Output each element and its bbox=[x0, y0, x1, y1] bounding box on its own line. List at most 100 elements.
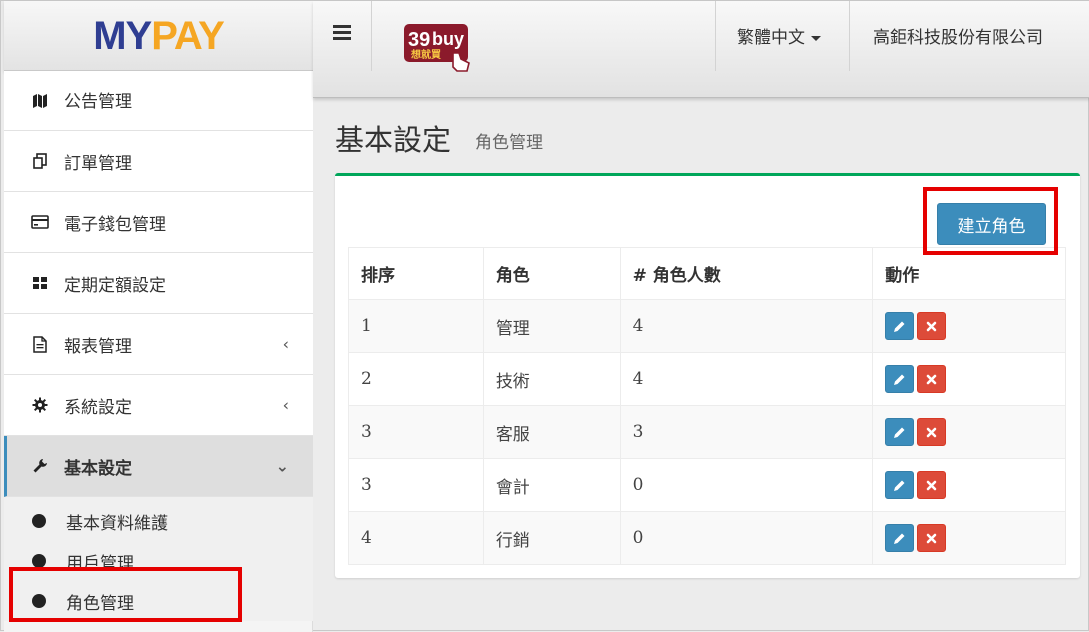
grid-icon bbox=[28, 275, 52, 291]
column-header-order: 排序 bbox=[348, 247, 484, 300]
credit-card-icon bbox=[28, 215, 52, 229]
submenu-item-basic-info[interactable]: 基本資料維護 bbox=[4, 501, 313, 541]
brand-word: buy bbox=[432, 29, 464, 49]
close-icon bbox=[926, 374, 937, 384]
cell-actions bbox=[872, 405, 1066, 459]
sidebar-item-label: 報表管理 bbox=[64, 336, 132, 357]
cell-role: 行銷 bbox=[482, 511, 621, 565]
page-subtitle: 角色管理 bbox=[475, 133, 543, 153]
delete-button[interactable] bbox=[917, 418, 947, 446]
sidebar-item-label: 系統設定 bbox=[64, 397, 132, 418]
top-navbar: 39 buy 想就買 繁體中文 高鉅科技股份有限公司 bbox=[313, 1, 1089, 98]
sidebar-item-recurring[interactable]: 定期定額設定 bbox=[4, 253, 313, 314]
cell-role: 客服 bbox=[482, 405, 621, 459]
chevron-left-icon: ‹ bbox=[282, 334, 289, 354]
cell-count: 4 bbox=[619, 299, 874, 353]
sidebar-item-basic-settings[interactable]: 基本設定 ⌄ bbox=[4, 436, 313, 497]
sidebar-item-announcements[interactable]: 公告管理 bbox=[4, 71, 313, 131]
sidebar-menu: 公告管理 訂單管理 電子錢包管理 定期定額設定 報表管理 ‹ 系統設定 ‹ 基本… bbox=[4, 71, 313, 621]
cell-count: 4 bbox=[619, 352, 874, 406]
cell-count: 0 bbox=[619, 511, 874, 565]
brand-number: 39 bbox=[408, 29, 430, 51]
highlight-box-create-button bbox=[923, 187, 1058, 255]
cell-actions bbox=[872, 352, 1066, 406]
cell-actions bbox=[872, 299, 1066, 353]
edit-button[interactable] bbox=[885, 312, 915, 340]
cell-role: 管理 bbox=[482, 299, 621, 353]
chevron-down-icon: ⌄ bbox=[275, 456, 289, 476]
roles-table: 排序 角色 # 角色人數 動作 1 管理 4 2 技術 4 3 客服 3 3 會… bbox=[348, 247, 1066, 565]
39buy-logo[interactable]: 39 buy 想就買 bbox=[403, 23, 473, 75]
cell-order: 4 bbox=[348, 511, 484, 565]
sidebar-item-reports[interactable]: 報表管理 ‹ bbox=[4, 314, 313, 375]
delete-button[interactable] bbox=[917, 365, 947, 393]
edit-button[interactable] bbox=[885, 524, 915, 552]
cell-order: 3 bbox=[348, 405, 484, 459]
language-dropdown[interactable]: 繁體中文 bbox=[737, 23, 821, 48]
highlight-box-role-menu bbox=[9, 567, 242, 622]
sidebar: MYPAY 公告管理 訂單管理 電子錢包管理 定期定額設定 報表管理 ‹ 系統設… bbox=[4, 1, 313, 632]
delete-button[interactable] bbox=[917, 524, 947, 552]
sidebar-item-label: 公告管理 bbox=[64, 92, 132, 112]
delete-button[interactable] bbox=[917, 471, 947, 499]
table-row: 3 會計 0 bbox=[348, 458, 1066, 512]
chevron-left-icon: ‹ bbox=[282, 395, 289, 415]
close-icon bbox=[926, 321, 937, 331]
caret-down-icon bbox=[811, 35, 821, 41]
circle-icon bbox=[32, 514, 46, 528]
cell-actions bbox=[872, 458, 1066, 512]
submenu-item-label: 基本資料維護 bbox=[66, 513, 168, 534]
cell-order: 2 bbox=[348, 352, 484, 406]
sidebar-item-orders[interactable]: 訂單管理 bbox=[4, 131, 313, 192]
pencil-icon bbox=[894, 321, 905, 332]
pencil-icon bbox=[894, 480, 905, 491]
column-header-role: 角色 bbox=[482, 247, 621, 300]
column-header-count: # 角色人數 bbox=[619, 247, 874, 300]
edit-button[interactable] bbox=[885, 471, 915, 499]
cell-order: 3 bbox=[348, 458, 484, 512]
table-row: 3 客服 3 bbox=[348, 405, 1066, 459]
pencil-icon bbox=[894, 374, 905, 385]
close-icon bbox=[926, 427, 937, 437]
edit-button[interactable] bbox=[885, 418, 915, 446]
mypay-logo[interactable]: MYPAY bbox=[93, 13, 225, 59]
navbar-divider bbox=[715, 1, 716, 71]
table-header-row: 排序 角色 # 角色人數 動作 bbox=[348, 247, 1066, 300]
circle-icon bbox=[32, 554, 46, 568]
sidebar-item-wallet[interactable]: 電子錢包管理 bbox=[4, 192, 313, 253]
page-title: 基本設定 bbox=[335, 123, 452, 157]
table-row: 1 管理 4 bbox=[348, 299, 1066, 353]
file-icon bbox=[28, 335, 52, 353]
sidebar-item-label: 定期定額設定 bbox=[64, 275, 166, 296]
cell-count: 0 bbox=[619, 458, 874, 512]
cell-order: 1 bbox=[348, 299, 484, 353]
column-header-actions: 動作 bbox=[872, 247, 1066, 300]
wrench-icon bbox=[28, 458, 52, 474]
table-row: 2 技術 4 bbox=[348, 352, 1066, 406]
table-row: 4 行銷 0 bbox=[348, 511, 1066, 565]
navbar-divider bbox=[371, 1, 372, 71]
sidebar-item-label: 電子錢包管理 bbox=[64, 214, 166, 235]
pencil-icon bbox=[894, 533, 905, 544]
close-icon bbox=[926, 533, 937, 543]
sidebar-item-system-settings[interactable]: 系統設定 ‹ bbox=[4, 375, 313, 436]
delete-button[interactable] bbox=[917, 312, 947, 340]
copy-icon bbox=[28, 153, 52, 169]
cell-count: 3 bbox=[619, 405, 874, 459]
map-icon bbox=[28, 93, 52, 109]
cell-role: 會計 bbox=[482, 458, 621, 512]
cell-role: 技術 bbox=[482, 352, 621, 406]
gear-icon bbox=[28, 397, 52, 413]
app-frame: MYPAY 公告管理 訂單管理 電子錢包管理 定期定額設定 報表管理 ‹ 系統設… bbox=[0, 0, 1089, 632]
sidebar-item-label: 訂單管理 bbox=[64, 153, 132, 174]
close-icon bbox=[926, 480, 937, 490]
pencil-icon bbox=[894, 427, 905, 438]
edit-button[interactable] bbox=[885, 365, 915, 393]
navbar-divider bbox=[849, 1, 850, 71]
company-menu[interactable]: 高鉅科技股份有限公司 bbox=[873, 23, 1043, 48]
cell-actions bbox=[872, 511, 1066, 565]
brand-tagline: 想就買 bbox=[410, 48, 441, 61]
menu-toggle-icon[interactable] bbox=[333, 25, 351, 40]
sidebar-item-label: 基本設定 bbox=[64, 458, 132, 479]
logo-area: MYPAY bbox=[4, 1, 313, 71]
